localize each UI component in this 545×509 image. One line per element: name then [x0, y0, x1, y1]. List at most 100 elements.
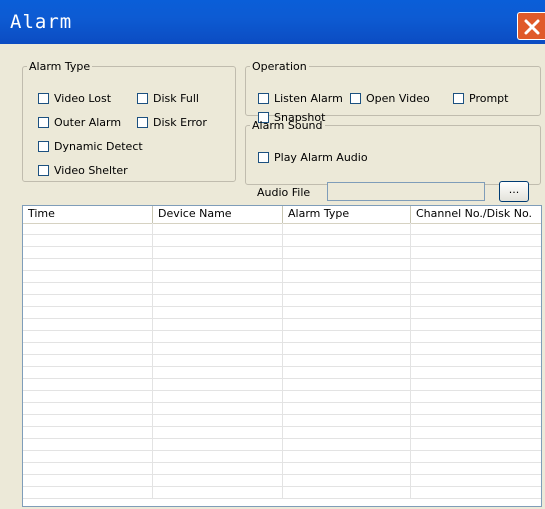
- browse-button[interactable]: ...: [499, 181, 529, 202]
- checkbox-box[interactable]: [258, 93, 269, 104]
- checkbox-label: Play Alarm Audio: [274, 151, 368, 164]
- table-row: [23, 439, 541, 451]
- checkbox-label: Disk Error: [153, 116, 207, 129]
- checkbox-box[interactable]: [38, 93, 49, 104]
- table-row: [23, 451, 541, 463]
- table-cell: [283, 403, 411, 414]
- column-header-channel-disk[interactable]: Channel No./Disk No.: [411, 206, 541, 223]
- table-cell: [283, 475, 411, 486]
- table-cell: [411, 403, 541, 414]
- prompt-checkbox[interactable]: Prompt: [453, 92, 508, 105]
- table-cell: [411, 259, 541, 270]
- checkbox-box[interactable]: [258, 152, 269, 163]
- table-cell: [153, 439, 283, 450]
- table-cell: [411, 475, 541, 486]
- table-row: [23, 427, 541, 439]
- column-header-time[interactable]: Time: [23, 206, 153, 223]
- table-cell: [283, 223, 411, 234]
- table-cell: [283, 319, 411, 330]
- table-cell: [283, 439, 411, 450]
- table-cell: [153, 319, 283, 330]
- checkbox-box[interactable]: [38, 165, 49, 176]
- checkbox-box[interactable]: [453, 93, 464, 104]
- table-cell: [23, 379, 153, 390]
- checkbox-box[interactable]: [38, 141, 49, 152]
- table-cell: [283, 367, 411, 378]
- disk-full-checkbox[interactable]: Disk Full: [137, 92, 199, 105]
- table-row: [23, 259, 541, 271]
- table-row: [23, 391, 541, 403]
- close-icon: [524, 19, 540, 35]
- checkbox-box[interactable]: [137, 93, 148, 104]
- column-header-alarm-type[interactable]: Alarm Type: [283, 206, 411, 223]
- table-cell: [153, 463, 283, 474]
- table-cell: [283, 379, 411, 390]
- table-row: [23, 475, 541, 487]
- table-cell: [153, 271, 283, 282]
- table-cell: [283, 235, 411, 246]
- table-cell: [23, 403, 153, 414]
- table-row: [23, 415, 541, 427]
- disk-error-checkbox[interactable]: Disk Error: [137, 116, 207, 129]
- checkbox-box[interactable]: [137, 117, 148, 128]
- table-cell: [411, 295, 541, 306]
- video-shelter-checkbox[interactable]: Video Shelter: [38, 164, 128, 177]
- table-cell: [23, 319, 153, 330]
- open-video-checkbox[interactable]: Open Video: [350, 92, 430, 105]
- table-cell: [283, 451, 411, 462]
- table-cell: [153, 247, 283, 258]
- checkbox-box[interactable]: [38, 117, 49, 128]
- checkbox-label: Dynamic Detect: [54, 140, 143, 153]
- table-row: [23, 223, 541, 235]
- table-cell: [283, 295, 411, 306]
- table-row: [23, 307, 541, 319]
- listen-alarm-checkbox[interactable]: Listen Alarm: [258, 92, 343, 105]
- window-title: Alarm: [10, 11, 73, 33]
- table-cell: [153, 427, 283, 438]
- table-cell: [23, 367, 153, 378]
- video-lost-checkbox[interactable]: Video Lost: [38, 92, 111, 105]
- alarm-type-legend: Alarm Type: [29, 60, 91, 73]
- table-row: [23, 463, 541, 475]
- table-cell: [153, 415, 283, 426]
- table-cell: [23, 271, 153, 282]
- operation-legend: Operation: [252, 60, 307, 73]
- table-cell: [153, 391, 283, 402]
- checkbox-label: Prompt: [469, 92, 509, 105]
- table-cell: [283, 307, 411, 318]
- table-cell: [23, 235, 153, 246]
- table-cell: [153, 259, 283, 270]
- table-cell: [23, 343, 153, 354]
- table-cell: [411, 463, 541, 474]
- table-row: [23, 367, 541, 379]
- table-cell: [23, 283, 153, 294]
- dynamic-detect-checkbox[interactable]: Dynamic Detect: [38, 140, 143, 153]
- table-cell: [411, 439, 541, 450]
- table-cell: [411, 367, 541, 378]
- table-row: [23, 283, 541, 295]
- table-row: [23, 295, 541, 307]
- table-cell: [23, 487, 153, 498]
- table-cell: [23, 451, 153, 462]
- alarm-list[interactable]: Time Device Name Alarm Type Channel No./…: [22, 205, 542, 507]
- table-cell: [283, 271, 411, 282]
- play-alarm-audio-checkbox[interactable]: Play Alarm Audio: [258, 151, 368, 164]
- table-cell: [411, 427, 541, 438]
- table-cell: [153, 223, 283, 234]
- table-row: [23, 331, 541, 343]
- close-button[interactable]: [517, 12, 545, 40]
- table-row: [23, 319, 541, 331]
- table-cell: [23, 307, 153, 318]
- table-cell: [283, 355, 411, 366]
- column-header-device-name[interactable]: Device Name: [153, 206, 283, 223]
- title-bar: Alarm: [0, 0, 545, 44]
- checkbox-box[interactable]: [350, 93, 361, 104]
- outer-alarm-checkbox[interactable]: Outer Alarm: [38, 116, 121, 129]
- table-cell: [153, 403, 283, 414]
- table-cell: [153, 355, 283, 366]
- checkbox-label: Outer Alarm: [54, 116, 122, 129]
- table-row: [23, 379, 541, 391]
- table-cell: [411, 223, 541, 234]
- alarm-sound-group: Alarm Sound Play Alarm Audio Audio File …: [245, 119, 541, 202]
- audio-file-input[interactable]: [327, 182, 485, 201]
